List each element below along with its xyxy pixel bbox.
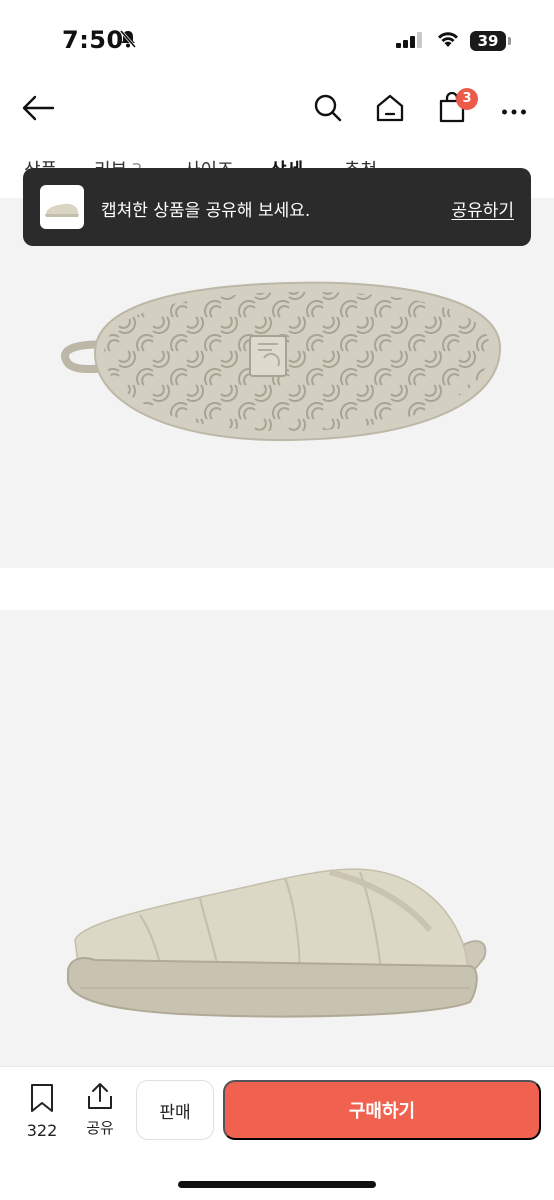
shoe-sole-illustration — [61, 281, 502, 442]
sell-button[interactable]: 판매 — [136, 1080, 214, 1140]
home-indicator — [178, 1181, 376, 1188]
share-button[interactable]: 공유 — [80, 1081, 120, 1138]
more-icon — [501, 101, 527, 120]
home-icon — [375, 93, 405, 127]
bookmark-icon — [29, 1084, 55, 1117]
shoe-side-illustration — [67, 868, 487, 1018]
home-button[interactable] — [370, 90, 410, 130]
share-icon — [86, 1083, 114, 1115]
product-image-side — [0, 610, 554, 1070]
search-button[interactable] — [308, 90, 348, 130]
bottom-action-bar: 322 공유 판매 구매하기 — [0, 1066, 554, 1200]
status-time: 7:50 — [62, 26, 124, 54]
signal-icon — [396, 32, 424, 52]
buy-button[interactable]: 구매하기 — [223, 1080, 541, 1140]
product-image-sole — [0, 198, 554, 568]
bookmark-button[interactable]: 322 — [22, 1083, 62, 1140]
battery-cap — [508, 37, 511, 45]
share-label: 공유 — [86, 1119, 114, 1137]
bell-slash-icon — [118, 29, 138, 49]
toast-message: 캡쳐한 상품을 공유해 보세요. — [101, 201, 311, 221]
cart-count-badge: 3 — [456, 88, 478, 110]
toast-product-thumbnail — [40, 185, 84, 229]
search-icon — [313, 93, 343, 127]
status-bar: 7:50 39 — [0, 0, 554, 80]
back-button[interactable] — [18, 90, 58, 130]
back-arrow-icon — [21, 94, 55, 126]
toast-share-link[interactable]: 공유하기 — [451, 196, 514, 221]
battery-indicator: 39 — [470, 31, 506, 51]
bookmark-count: 322 — [26, 1121, 58, 1140]
more-button[interactable] — [494, 90, 534, 130]
share-toast: 캡쳐한 상품을 공유해 보세요. 공유하기 — [23, 168, 531, 246]
wifi-icon — [436, 30, 460, 52]
